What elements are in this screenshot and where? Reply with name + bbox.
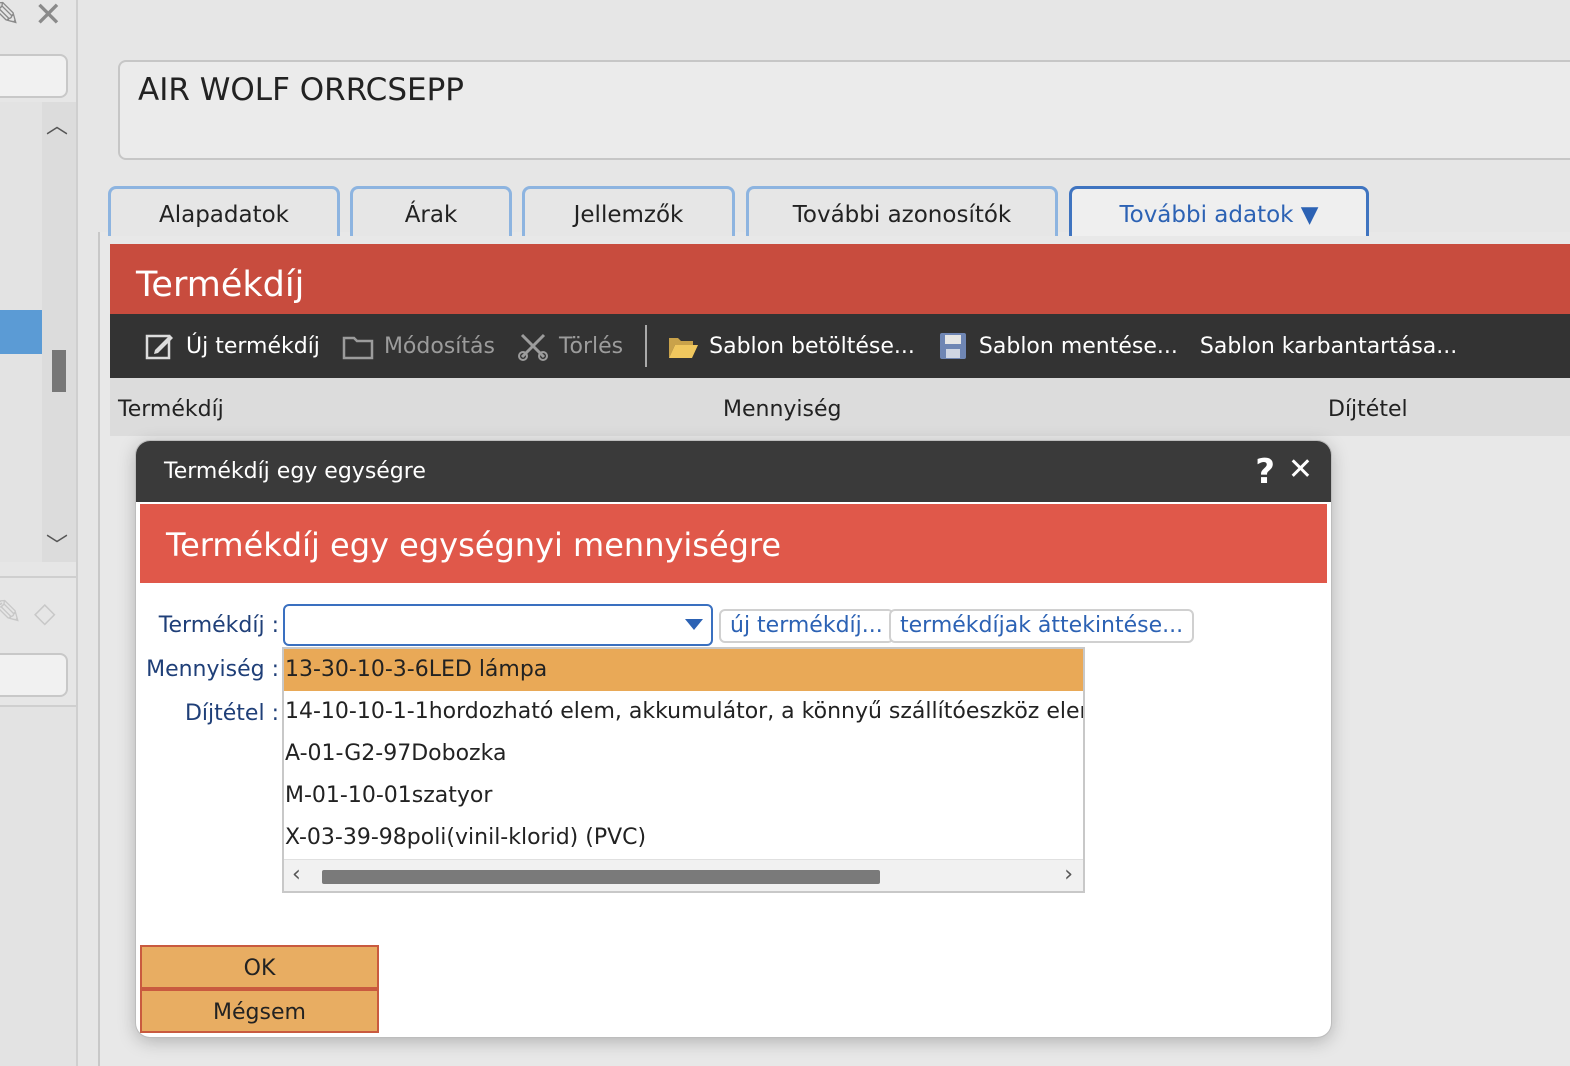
folder-icon [342,330,374,362]
left-panel: ✎ ✕ ︿ ﹀ ✎ ◇ [0,0,78,1066]
maintain-template-label: Sablon karbantartása... [1199,333,1458,359]
tab-alapadatok[interactable]: Alapadatok [108,186,340,236]
cancel-button-label: Mégsem [213,1000,306,1025]
fee-label: Termékdíj : [158,613,279,638]
new-document-icon [144,330,176,362]
dropdown-arrow-icon[interactable] [685,619,703,630]
section-title: Termékdíj [110,244,1570,314]
dialog-title: Termékdíj egy egységre [164,459,426,484]
delete-button[interactable]: Törlés [517,330,623,362]
chevron-up-icon[interactable]: ︿ [46,108,68,140]
dropdown-option[interactable]: M-01-10-01szatyor [284,775,1083,817]
dialog-heading: Termékdíj egy egységnyi mennyiségre [140,504,1327,583]
load-template-label: Sablon betöltése... [709,333,915,359]
maintain-template-button[interactable]: Sablon karbantartása... [1200,334,1457,359]
tab-label: További azonosítók [792,202,1012,228]
dropdown-horizontal-scrollbar[interactable]: ‹ › [284,859,1083,891]
fee-combobox[interactable] [283,604,713,646]
column-header-quantity[interactable]: Mennyiség [723,397,842,422]
dropdown-scroll-thumb[interactable] [322,870,880,884]
dropdown-option[interactable]: 14-10-10-1-1hordozható elem, akkumulátor… [284,691,1083,733]
tab-jellemzok[interactable]: Jellemzők [522,186,735,236]
new-fee-link[interactable]: új termékdíj... [719,609,894,643]
tab-label: További adatok ▼ [1119,202,1319,228]
save-template-button[interactable]: Sablon mentése... [937,330,1178,362]
fee-overview-link[interactable]: termékdíjak áttekintése... [889,609,1195,643]
new-fee-label: Új termékdíj [186,333,320,359]
cancel-button[interactable]: Mégsem [140,989,379,1033]
fee-dropdown-list[interactable]: 13-30-10-3-6LED lámpa 14-10-10-1-1hordoz… [282,647,1085,893]
chevron-left-icon[interactable]: ‹ [292,862,301,887]
chevron-down-icon[interactable]: ﹀ [46,528,68,560]
ok-button[interactable]: OK [140,945,379,989]
tab-arak[interactable]: Árak [350,186,512,236]
rate-label: Díjtétel : [184,701,279,726]
edit-icon: ✎ [0,593,23,633]
dropdown-option[interactable]: X-03-39-98poli(vinil-klorid) (PVC) [284,817,1083,859]
left-scroll-thumb[interactable] [52,350,66,392]
quantity-label: Mennyiség : [146,657,279,682]
new-fee-button[interactable]: Új termékdíj [144,330,320,362]
tab-tovabbi-adatok[interactable]: További adatok ▼ [1069,186,1369,236]
product-name-field[interactable]: AIR WOLF ORRCSEPP [118,60,1570,160]
load-template-button[interactable]: Sablon betöltése... [667,330,915,362]
open-folder-icon [667,330,699,362]
close-icon[interactable]: ✕ [1288,441,1313,502]
tab-label: Alapadatok [158,202,289,228]
product-name: AIR WOLF ORRCSEPP [138,72,464,108]
left-list-selected-row[interactable] [0,310,42,354]
chevron-right-icon[interactable]: › [1064,862,1073,887]
left-search-input[interactable] [0,54,68,98]
modify-button[interactable]: Módosítás [342,330,495,362]
edit-icon[interactable]: ✎ [0,0,21,32]
section-title-text: Termékdíj [136,265,305,305]
column-header-fee[interactable]: Termékdíj [118,397,224,422]
tab-tovabbi-azonositok[interactable]: További azonosítók [746,186,1058,236]
dropdown-option[interactable]: 13-30-10-3-6LED lámpa [284,649,1083,691]
ok-button-label: OK [243,956,276,981]
modify-label: Módosítás [383,333,495,359]
dropdown-option[interactable]: A-01-G2-97Dobozka [284,733,1083,775]
toolbar: Új termékdíj Módosítás Törlés Sablon bet… [110,314,1570,378]
left-list-scrollbar[interactable] [42,102,76,562]
close-icon[interactable]: ✕ [34,0,63,32]
fee-per-unit-dialog: Termékdíj egy egységre ? ✕ Termékdíj egy… [136,441,1331,1037]
help-icon[interactable]: ? [1255,441,1275,502]
left-lower-list[interactable] [0,705,76,1066]
save-template-label: Sablon mentése... [978,333,1178,359]
floppy-disk-icon [937,330,969,362]
dialog-heading-text: Termékdíj egy egységnyi mennyiségre [166,526,782,564]
column-header-rate[interactable]: Díjtétel [1328,397,1408,422]
dialog-titlebar[interactable]: Termékdíj egy egységre [136,441,1331,502]
eraser-icon: ◇ [34,596,56,629]
tab-label: Jellemzők [573,202,684,228]
toolbar-separator [645,325,648,367]
delete-label: Törlés [558,333,624,359]
grid-header: Termékdíj Mennyiség Díjtétel [110,378,1570,436]
tab-label: Árak [404,202,458,228]
scissors-icon [517,330,549,362]
left-filter-input[interactable] [0,653,68,697]
left-divider [0,576,76,578]
